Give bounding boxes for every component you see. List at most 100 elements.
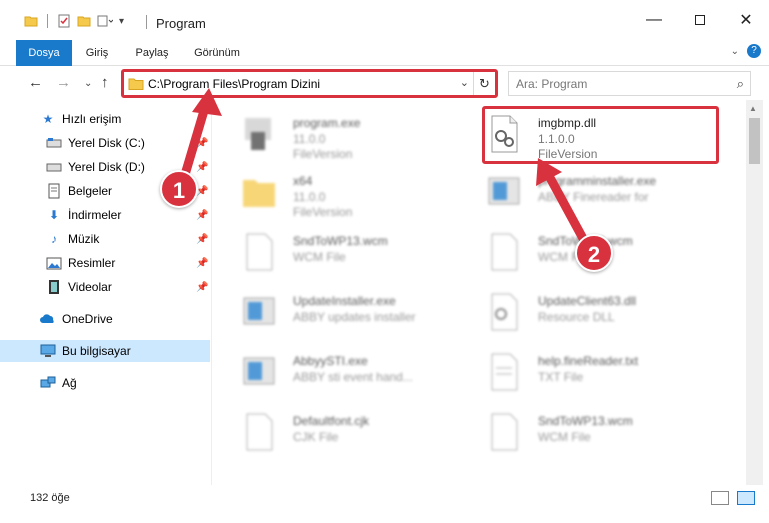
installer-icon	[243, 357, 275, 385]
music-icon: ♪	[51, 232, 57, 246]
address-highlight-box	[121, 69, 498, 98]
download-icon: ⬇	[48, 208, 60, 222]
installer-icon	[243, 297, 275, 325]
close-icon: ✕	[739, 12, 753, 29]
pin-icon[interactable]: 📌	[196, 162, 208, 173]
minimize-button[interactable]: —	[631, 0, 677, 40]
title-separator	[146, 15, 147, 29]
video-icon	[46, 279, 62, 295]
ribbon: Dosya Giriş Paylaş Görünüm ⌄ ?	[0, 40, 769, 66]
new-folder-icon[interactable]	[77, 14, 91, 28]
file-item[interactable]: SndToWP13.wcm WCM File	[213, 224, 453, 282]
toolbar-separator	[47, 14, 48, 28]
navigation-pane: ★ Hızlı erişim Yerel Disk (C:) 📌 Yerel D…	[0, 100, 212, 485]
minimize-icon: —	[646, 11, 662, 28]
sidebar-item-local-disk-c[interactable]: Yerel Disk (C:) 📌	[0, 132, 210, 154]
scroll-up-icon[interactable]: ▲	[749, 104, 757, 113]
sidebar-item-network[interactable]: Ağ	[0, 372, 210, 394]
status-bar: 132 öğe	[0, 485, 769, 523]
tiles-view-button[interactable]	[737, 491, 755, 505]
sidebar-item-label: Resimler	[68, 256, 116, 270]
sidebar-item-onedrive[interactable]: OneDrive	[0, 308, 210, 330]
window-controls: — ✕	[631, 0, 769, 40]
computer-icon	[40, 343, 56, 359]
file-item[interactable]: UpdateClient63.dll Resource DLL	[458, 284, 698, 342]
folder-icon[interactable]	[24, 14, 38, 28]
customize-icon[interactable]	[97, 14, 113, 28]
file-icon	[246, 413, 273, 451]
sidebar-item-label: Videolar	[68, 280, 112, 294]
sidebar-item-label: Ağ	[62, 376, 77, 390]
forward-icon[interactable]: →	[56, 74, 71, 91]
sidebar-item-videos[interactable]: Videolar 📌	[0, 276, 210, 298]
sidebar-item-quick-access[interactable]: ★ Hızlı erişim	[0, 108, 210, 130]
sidebar-item-label: Yerel Disk (D:)	[68, 160, 145, 174]
search-input[interactable]: Ara: Program	[516, 77, 587, 91]
search-icon: ⌕	[736, 76, 744, 91]
pin-icon[interactable]: 📌	[196, 258, 208, 269]
back-icon[interactable]: ←	[28, 74, 43, 91]
tab-file[interactable]: Dosya	[16, 40, 72, 66]
up-icon[interactable]: ↑	[101, 74, 109, 91]
title-bar: ▾ Program — ✕	[0, 0, 769, 40]
sidebar-item-label: Hızlı erişim	[62, 112, 122, 126]
file-item[interactable]: SndToWP13.wcm WCM File	[458, 404, 698, 462]
drive-icon	[46, 159, 62, 175]
text-file-icon	[491, 353, 518, 391]
ribbon-expand-icon[interactable]: ⌄	[731, 46, 739, 57]
recent-locations-icon[interactable]: ⌄	[84, 78, 92, 89]
pictures-icon	[46, 255, 62, 271]
sidebar-item-this-pc[interactable]: Bu bilgisayar	[0, 340, 210, 362]
pin-icon[interactable]: 📌	[196, 234, 208, 245]
drive-icon	[46, 135, 62, 151]
tab-home[interactable]: Giriş	[80, 40, 114, 66]
maximize-button[interactable]	[677, 0, 723, 40]
pin-icon[interactable]: 📌	[196, 282, 208, 293]
sidebar-item-music[interactable]: ♪ Müzik 📌	[0, 228, 210, 250]
documents-icon	[46, 183, 62, 199]
sidebar-item-label: Müzik	[68, 232, 100, 246]
close-button[interactable]: ✕	[723, 0, 769, 40]
sidebar-item-label: Belgeler	[68, 184, 113, 198]
search-box[interactable]: Ara: Program ⌕	[508, 71, 751, 96]
file-icon	[491, 413, 518, 451]
help-icon[interactable]: ?	[747, 44, 761, 58]
file-item[interactable]: UpdateInstaller.exe ABBY updates install…	[213, 284, 453, 342]
file-icon	[246, 233, 273, 271]
pin-icon[interactable]: 📌	[196, 210, 208, 221]
file-item[interactable]: programminstaller.exe ABBY Finereader fo…	[458, 164, 698, 222]
sidebar-item-label: Bu bilgisayar	[62, 344, 131, 358]
scroll-thumb[interactable]	[749, 118, 760, 164]
step-badge-1: 1	[160, 170, 198, 208]
sidebar-item-label: Yerel Disk (C:)	[68, 136, 145, 150]
window-title: Program	[156, 16, 206, 31]
file-icon	[491, 233, 518, 271]
installer-icon	[488, 177, 520, 205]
view-switcher	[711, 491, 755, 505]
file-highlight-box	[482, 106, 719, 164]
file-item[interactable]: help.fineReader.txt TXT File	[458, 344, 698, 402]
exe-icon	[245, 118, 271, 150]
network-icon	[40, 375, 56, 391]
properties-icon[interactable]	[57, 14, 71, 28]
tab-share[interactable]: Paylaş	[132, 40, 172, 66]
file-item[interactable]: x64 11.0.0 FileVersion	[213, 164, 453, 222]
sidebar-item-label: OneDrive	[62, 312, 113, 326]
sidebar-item-label: İndirmeler	[68, 208, 122, 222]
vertical-scrollbar[interactable]: ▲	[746, 100, 763, 485]
folder-icon	[243, 180, 275, 207]
quick-access-toolbar: ▾	[24, 14, 124, 28]
details-view-button[interactable]	[711, 491, 729, 505]
chevron-down-icon[interactable]: ▾	[119, 16, 124, 27]
maximize-icon	[695, 15, 705, 25]
cloud-icon	[40, 311, 56, 327]
tab-view[interactable]: Görünüm	[190, 40, 244, 66]
file-item[interactable]: AbbyySTI.exe ABBY sti event hand...	[213, 344, 453, 402]
sidebar-item-pictures[interactable]: Resimler 📌	[0, 252, 210, 274]
dll-file-icon	[491, 293, 518, 331]
file-item[interactable]: program.exe 11.0.0 FileVersion	[213, 106, 453, 164]
star-icon: ★	[42, 112, 54, 126]
step-badge-2: 2	[575, 234, 613, 272]
pin-icon[interactable]: 📌	[196, 138, 208, 149]
file-item[interactable]: Defaultfont.cjk CJK File	[213, 404, 453, 462]
